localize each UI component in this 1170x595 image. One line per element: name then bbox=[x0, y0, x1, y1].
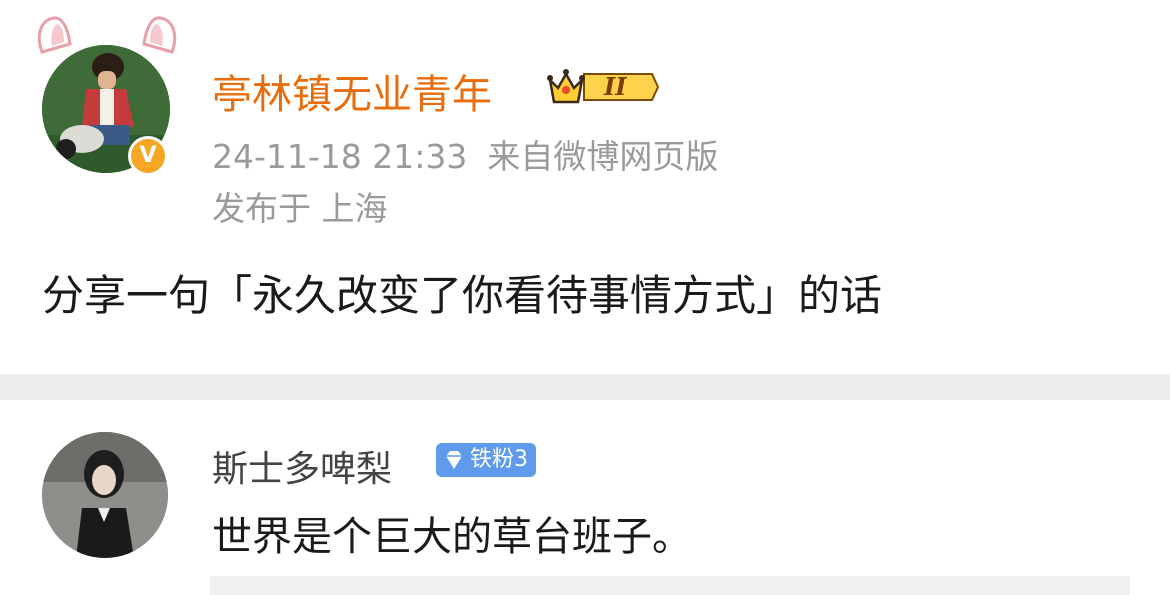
commenter-name[interactable]: 斯士多啤梨 bbox=[212, 440, 392, 492]
avatar-photo bbox=[42, 432, 168, 558]
post-content: 分享一句「永久改变了你看待事情方式」的话 bbox=[42, 271, 883, 320]
comment-text: 世界是个巨大的草台班子。 bbox=[212, 514, 692, 560]
post-meta: 24-11-18 21:33 来自微博网页版 bbox=[212, 130, 718, 178]
verified-badge: V bbox=[128, 136, 168, 176]
weibo-post: V 亭林镇无业青年 II 24-11-18 21:33 来自微博网页版 发布于 上… bbox=[0, 0, 1170, 374]
post-source: 来自微博网页版 bbox=[487, 137, 719, 176]
fan-badge[interactable]: 铁粉3 bbox=[436, 443, 536, 477]
section-divider bbox=[0, 374, 1170, 400]
fan-badge-label: 铁粉3 bbox=[470, 447, 528, 472]
vip-crown-badge[interactable]: II bbox=[544, 66, 660, 108]
diamond-icon bbox=[446, 451, 462, 469]
sub-replies-area[interactable] bbox=[210, 576, 1130, 595]
author-name[interactable]: 亭林镇无业青年 bbox=[212, 62, 492, 120]
vip-level: II bbox=[604, 72, 627, 101]
post-location: 发布于 上海 bbox=[212, 189, 388, 228]
commenter-avatar[interactable] bbox=[42, 432, 168, 558]
crown-icon bbox=[547, 69, 660, 104]
post-time: 24-11-18 21:33 bbox=[212, 137, 468, 176]
comment-item: 斯士多啤梨 铁粉3 世界是个巨大的草台班子。 bbox=[0, 400, 1170, 595]
